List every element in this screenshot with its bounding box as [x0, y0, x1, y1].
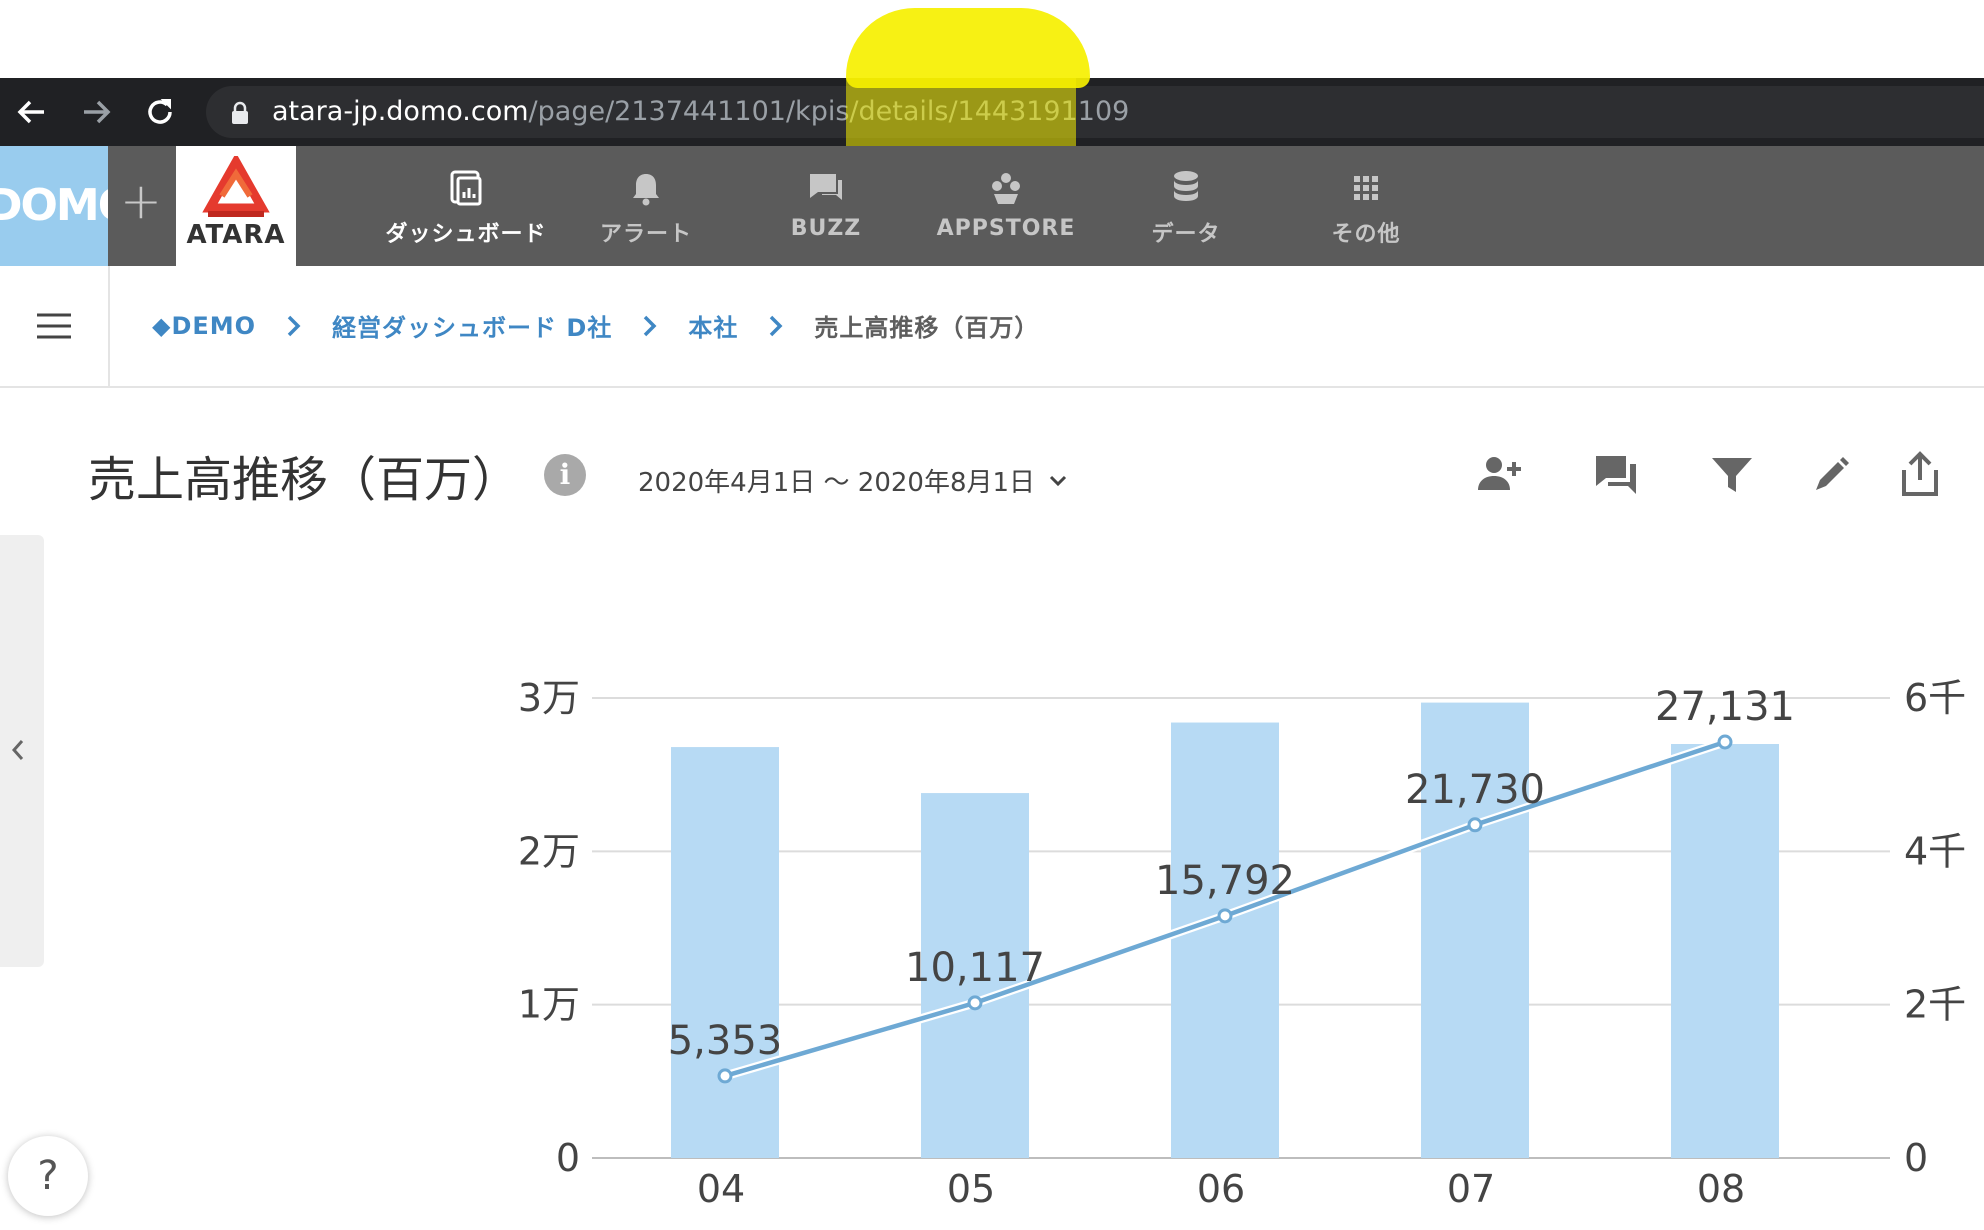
back-arrow-icon [17, 100, 44, 124]
page-title: 売上高推移（百万） [88, 452, 521, 508]
atara-logo-mark-icon [202, 156, 270, 217]
hamburger-icon [37, 313, 71, 339]
yellow-highlight-scribble [846, 8, 1090, 88]
pencil-icon [1816, 457, 1849, 490]
x-tick-label: 04 [697, 1167, 745, 1211]
data-label: 27,131 [1655, 684, 1795, 730]
chevron-right-icon [644, 315, 657, 336]
app-navigation-bar: DOMO + ATARA ダッシュボード アラート BUZZ APPSTORE … [0, 146, 1984, 266]
line-point [967, 995, 983, 1011]
nav-data[interactable]: データ [1101, 166, 1271, 256]
y-left-tick-label: 1万 [520, 983, 580, 1027]
help-button[interactable]: ? [8, 1136, 88, 1216]
breadcrumb: ◆DEMO 経営ダッシュボード D社 本社 売上高推移（百万） [152, 308, 1039, 343]
data-label: 21,730 [1405, 767, 1545, 813]
y-right-tick-label: 0 [1904, 1136, 1928, 1180]
line-point [1217, 908, 1233, 924]
lock-icon [232, 101, 248, 124]
forward-button[interactable] [74, 90, 118, 134]
plus-icon[interactable]: + [120, 172, 162, 230]
edit-button[interactable] [1804, 446, 1860, 502]
dashboard-icon [450, 170, 482, 206]
data-label: 15,792 [1155, 858, 1295, 904]
nav-dashboard[interactable]: ダッシュボード [381, 166, 551, 256]
url-field[interactable]: atara-jp.domo.com/page/2137441101/kpis/d… [206, 86, 1984, 138]
sales-chart: 0 0 1万 2千 2万 4千 3万 6千 04 05 06 07 08 5,353 10,117 15,79… [520, 676, 1966, 1211]
breadcrumb-dashboard[interactable]: 経営ダッシュボード D社 [332, 308, 612, 343]
share-button[interactable] [1892, 446, 1948, 502]
atara-logo[interactable]: ATARA [176, 146, 296, 266]
breadcrumb-demo[interactable]: ◆DEMO [152, 312, 256, 340]
bar [1671, 744, 1779, 1158]
x-tick-label: 08 [1697, 1167, 1745, 1211]
nav-alert[interactable]: アラート [561, 166, 731, 256]
bar [1171, 722, 1279, 1158]
date-range-selector[interactable]: 2020年4月1日 ～ 2020年8月1日 [638, 462, 1067, 499]
chat-icon [810, 174, 842, 200]
y-right-tick-label: 4千 [1904, 829, 1966, 873]
filter-button[interactable] [1704, 446, 1760, 502]
y-left-tick-label: 3万 [520, 676, 580, 720]
grid-icon [1354, 176, 1378, 200]
chevron-right-icon [287, 315, 301, 336]
x-tick-label: 05 [947, 1167, 995, 1211]
nav-more[interactable]: その他 [1281, 166, 1451, 256]
line-point [717, 1068, 733, 1084]
info-icon[interactable]: i [544, 454, 586, 496]
data-label: 10,117 [905, 945, 1045, 991]
add-user-button[interactable] [1472, 446, 1528, 502]
side-panel-toggle[interactable] [0, 535, 44, 967]
nav-buzz[interactable]: BUZZ [741, 166, 911, 256]
x-tick-label: 06 [1197, 1167, 1245, 1211]
filter-icon [1712, 458, 1752, 492]
line-point [1467, 817, 1483, 833]
data-label: 5,353 [668, 1018, 783, 1064]
y-left-tick-label: 2万 [520, 829, 580, 873]
back-button[interactable] [10, 90, 54, 134]
chevron-left-icon [11, 740, 24, 760]
appstore-icon [992, 173, 1020, 204]
bar [671, 747, 779, 1158]
reload-icon [148, 99, 172, 124]
chevron-right-icon [770, 315, 783, 336]
share-icon [1902, 451, 1938, 496]
comment-icon [1596, 456, 1636, 494]
add-user-icon [1478, 457, 1521, 490]
y-left-tick-label: 0 [556, 1136, 580, 1180]
database-icon [1174, 171, 1198, 201]
breadcrumb-bar: ◆DEMO 経営ダッシュボード D社 本社 売上高推移（百万） [0, 266, 1984, 388]
domo-logo[interactable]: DOMO [0, 146, 108, 266]
y-right-tick-label: 2千 [1904, 983, 1966, 1027]
forward-arrow-icon [84, 100, 111, 124]
nav-appstore[interactable]: APPSTORE [921, 166, 1091, 256]
y-right-tick-label: 6千 [1904, 676, 1966, 720]
menu-button[interactable] [0, 266, 110, 386]
comment-button[interactable] [1588, 446, 1644, 502]
chevron-down-icon [1049, 475, 1067, 486]
bell-icon [633, 174, 659, 206]
breadcrumb-current: 売上高推移（百万） [814, 314, 1040, 342]
line-point [1717, 734, 1733, 750]
breadcrumb-headquarters[interactable]: 本社 [688, 308, 738, 343]
x-tick-label: 07 [1447, 1167, 1495, 1211]
reload-button[interactable] [138, 90, 182, 134]
